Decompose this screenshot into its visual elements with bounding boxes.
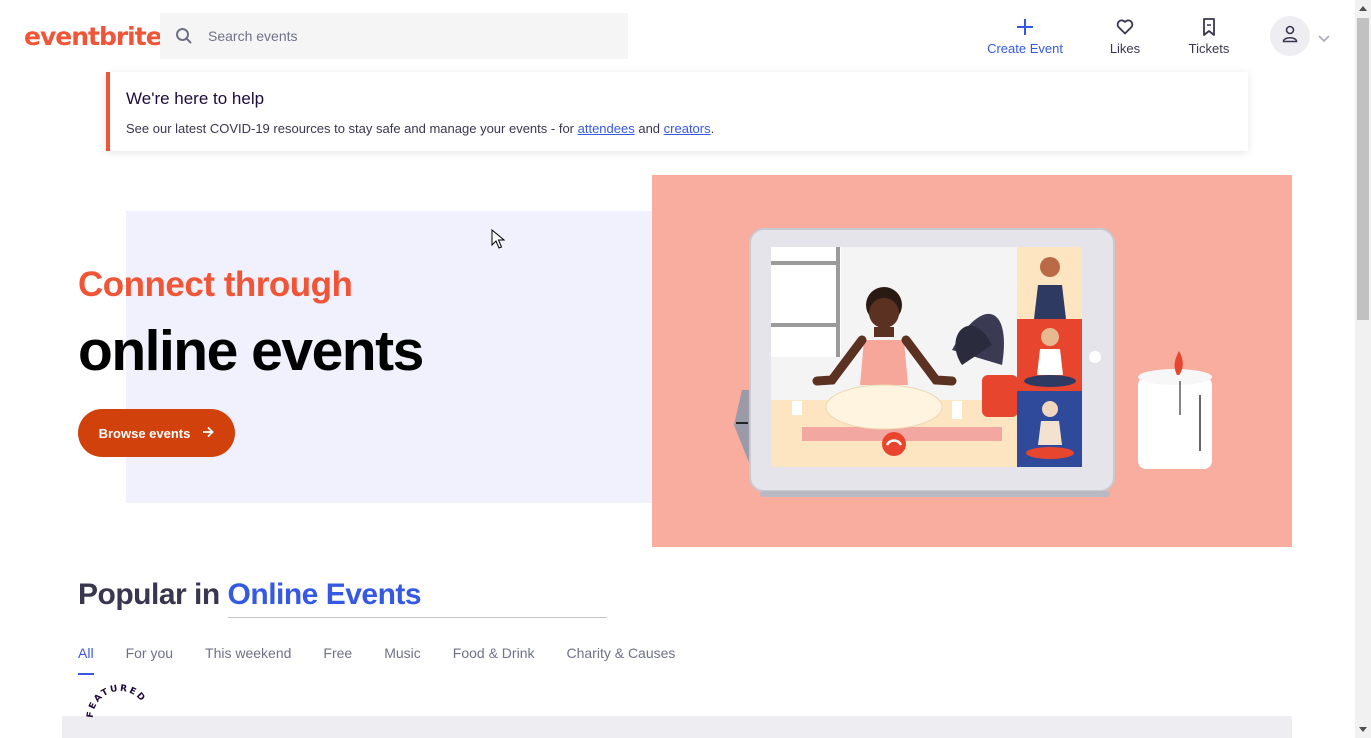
mouse-cursor <box>491 228 506 254</box>
hero-subtitle: Connect through <box>78 265 353 304</box>
tab-for-you[interactable]: For you <box>126 645 173 661</box>
svg-text:FEATURED: FEATURED <box>86 684 148 719</box>
plus-icon <box>1016 16 1034 38</box>
banner-text-before: See our latest COVID-19 resources to sta… <box>126 121 578 136</box>
browse-events-label: Browse events <box>98 425 191 441</box>
create-event-label: Create Event <box>987 41 1063 56</box>
account-avatar-button[interactable] <box>1270 16 1310 56</box>
search-icon <box>160 13 208 59</box>
tab-this-weekend[interactable]: This weekend <box>205 645 291 661</box>
eventbrite-home-page: eventbrite Create Event Likes Tickets <box>0 0 1371 738</box>
scroll-down-arrow-icon[interactable] <box>1355 721 1371 738</box>
location-underline <box>228 617 607 618</box>
chevron-down-icon[interactable] <box>1318 30 1330 48</box>
create-event-button[interactable]: Create Event <box>982 16 1068 56</box>
location-selector[interactable]: Online Events <box>228 578 422 611</box>
search-bar[interactable] <box>160 13 628 59</box>
scrollbar-thumb[interactable] <box>1357 18 1369 320</box>
attendees-link[interactable]: attendees <box>578 121 635 136</box>
featured-badge-text: FEATURED <box>86 684 146 719</box>
banner-text-after: . <box>710 121 715 136</box>
tab-all[interactable]: All <box>78 645 94 675</box>
hero-illustration <box>652 175 1292 547</box>
arrow-right-icon <box>202 426 215 441</box>
tickets-label: Tickets <box>1188 41 1230 56</box>
popular-heading: Popular in Online Events <box>78 578 422 612</box>
banner-text-middle: and <box>634 121 664 136</box>
online-yoga-tablet-illustration <box>734 228 1212 497</box>
featured-event-card[interactable] <box>62 716 1292 738</box>
tickets-button[interactable]: Tickets <box>1182 16 1236 56</box>
scroll-up-arrow-icon[interactable] <box>1355 0 1371 17</box>
search-input[interactable] <box>208 28 588 44</box>
heart-icon <box>1116 16 1134 38</box>
ticket-icon <box>1202 16 1216 38</box>
tab-music[interactable]: Music <box>384 645 421 661</box>
category-tabs: All For you This weekend Free Music Food… <box>78 645 707 675</box>
creators-link[interactable]: creators <box>664 121 711 136</box>
popular-prefix: Popular in <box>78 578 220 611</box>
user-icon <box>1282 25 1298 48</box>
page-scrollbar[interactable] <box>1355 0 1371 738</box>
featured-badge: FEATURED <box>84 682 156 738</box>
likes-button[interactable]: Likes <box>1100 16 1150 56</box>
tab-food-drink[interactable]: Food & Drink <box>453 645 535 661</box>
top-navigation-bar: eventbrite Create Event Likes Tickets <box>0 0 1355 72</box>
banner-title: We're here to help <box>126 89 265 108</box>
tab-free[interactable]: Free <box>323 645 352 661</box>
likes-label: Likes <box>1109 41 1141 56</box>
browse-events-button[interactable]: Browse events <box>78 409 235 457</box>
eventbrite-logo[interactable]: eventbrite <box>24 22 163 51</box>
tab-charity-causes[interactable]: Charity & Causes <box>566 645 675 661</box>
covid-help-banner: We're here to help See our latest COVID-… <box>106 72 1248 151</box>
banner-text: See our latest COVID-19 resources to sta… <box>126 121 714 136</box>
hero-title: online events <box>78 319 424 383</box>
